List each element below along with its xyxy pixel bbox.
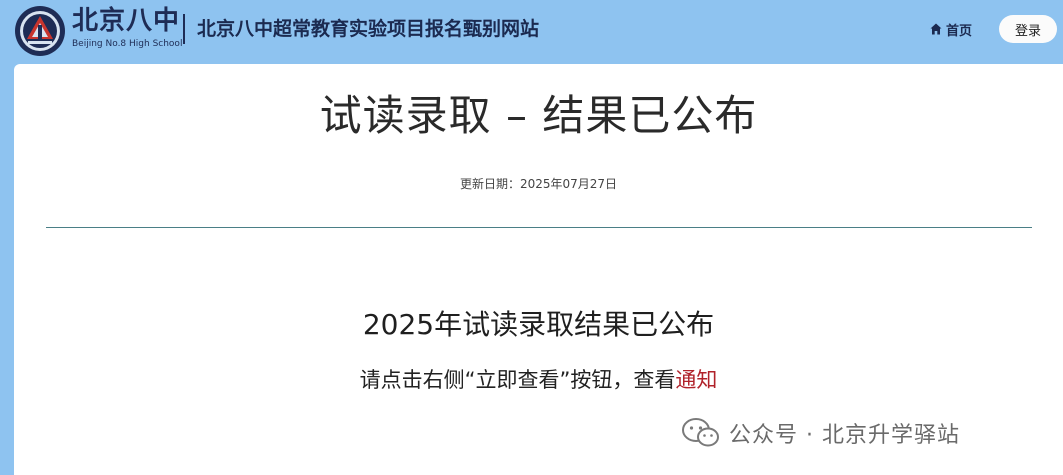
instruction-text: 请点击右侧“立即查看”按钮，查看通知 xyxy=(14,364,1063,396)
instruction-prefix: 请点击右侧“立即查看”按钮，查看 xyxy=(359,368,676,392)
main-content-card: 试读录取 – 结果已公布 更新日期：2025年07月27日 2025年试读录取结… xyxy=(14,64,1063,475)
result-subheading: 2025年试读录取结果已公布 xyxy=(362,308,715,341)
logo-english-name: Beijing No.8 High School xyxy=(72,39,183,49)
top-header: 北京八中 Beijing No.8 High School 北京八中超常教育实验… xyxy=(0,0,1063,62)
site-title: 北京八中超常教育实验项目报名甄别网站 xyxy=(197,18,540,40)
logo-chinese-name: 北京八中 xyxy=(72,6,181,36)
update-date: 更新日期：2025年07月27日 xyxy=(459,177,618,191)
notice-link[interactable]: 通知 xyxy=(675,368,717,392)
nav-home-link[interactable]: 首页 xyxy=(930,18,972,40)
school-emblem-logo[interactable] xyxy=(14,5,66,57)
page-title: 试读录取 – 结果已公布 xyxy=(319,91,758,140)
nav-home-label: 首页 xyxy=(946,23,973,39)
home-icon xyxy=(930,23,942,35)
header-divider xyxy=(183,14,185,44)
content-divider xyxy=(46,227,1032,228)
wechat-watermark: 公众号 · 北京升学驿站 xyxy=(681,416,960,450)
watermark-text: 公众号 · 北京升学驿站 xyxy=(729,423,960,448)
login-button[interactable]: 登录 xyxy=(999,15,1057,43)
logo-wordmark: 北京八中 Beijing No.8 High School xyxy=(72,6,183,54)
wechat-icon xyxy=(681,417,721,449)
